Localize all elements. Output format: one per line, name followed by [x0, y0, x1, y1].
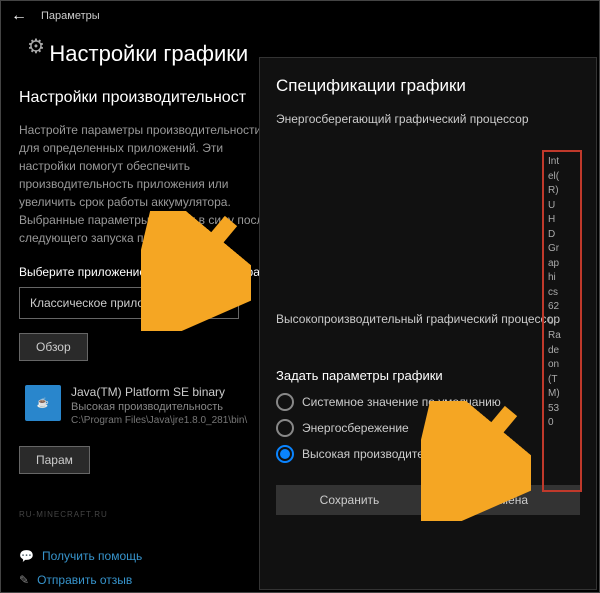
app-list-item[interactable]: ☕ Java(TM) Platform SE binary Высокая пр… [19, 377, 279, 434]
radio-power-saving[interactable]: Энергосбережение [276, 419, 580, 437]
gpu-names-highlight-box: Intel(R)UHDGraphics620 Radeon(TM)530 [542, 150, 582, 492]
options-button[interactable]: Парам [19, 446, 90, 474]
radio-system-default[interactable]: Системное значение по умолчанию [276, 393, 580, 411]
set-graphics-params-label: Задать параметры графики [276, 368, 580, 383]
help-text: Получить помощь [42, 549, 142, 563]
radio-circle-icon [276, 445, 294, 463]
header-bar: ← Параметры [1, 1, 599, 31]
save-button[interactable]: Сохранить [276, 485, 423, 515]
dropdown-value: Классическое приложение [30, 296, 179, 310]
gpu-names-text: Intel(R)UHDGraphics620 Radeon(TM)530 [548, 155, 576, 431]
back-arrow-icon[interactable]: ← [11, 7, 27, 25]
app-path: C:\Program Files\Java\jre1.8.0_281\bin\ [71, 415, 273, 426]
radio-inner-dot [280, 449, 290, 459]
gear-icon: ⚙ [27, 36, 45, 58]
app-performance-mode: Высокая производительность [71, 401, 273, 413]
section-description: Настройте параметры производительности д… [19, 121, 279, 247]
window-title: Параметры [41, 10, 100, 22]
browse-button[interactable]: Обзор [19, 333, 88, 361]
high-perf-gpu-label: Высокопроизводительный графический проце… [276, 312, 580, 326]
radio-label: Высокая производительность [302, 447, 468, 461]
radio-label: Системное значение по умолчанию [302, 395, 501, 409]
graphics-spec-dialog: Спецификации графики Энергосберегающий г… [259, 57, 597, 590]
radio-circle-icon [276, 393, 294, 411]
page-title: Настройки графики [49, 41, 248, 67]
feedback-icon: ✎ [19, 573, 29, 587]
dialog-title: Спецификации графики [276, 76, 580, 96]
power-saving-gpu-label: Энергосберегающий графический процессор [276, 112, 580, 126]
app-type-dropdown[interactable]: Классическое приложение ▼ [19, 287, 239, 319]
radio-circle-icon [276, 419, 294, 437]
java-icon: ☕ [25, 385, 61, 421]
app-text: Java(TM) Platform SE binary Высокая прои… [71, 385, 273, 426]
feedback-text: Отправить отзыв [37, 573, 132, 587]
help-icon: 💬 [19, 549, 34, 563]
chevron-down-icon: ▼ [218, 298, 228, 309]
dialog-button-row: Сохранить Отмена [276, 485, 580, 515]
app-name: Java(TM) Platform SE binary [71, 385, 273, 399]
graphics-preference-radio-group: Системное значение по умолчанию Энергосб… [276, 393, 580, 463]
radio-high-performance[interactable]: Высокая производительность [276, 445, 580, 463]
radio-label: Энергосбережение [302, 421, 409, 435]
